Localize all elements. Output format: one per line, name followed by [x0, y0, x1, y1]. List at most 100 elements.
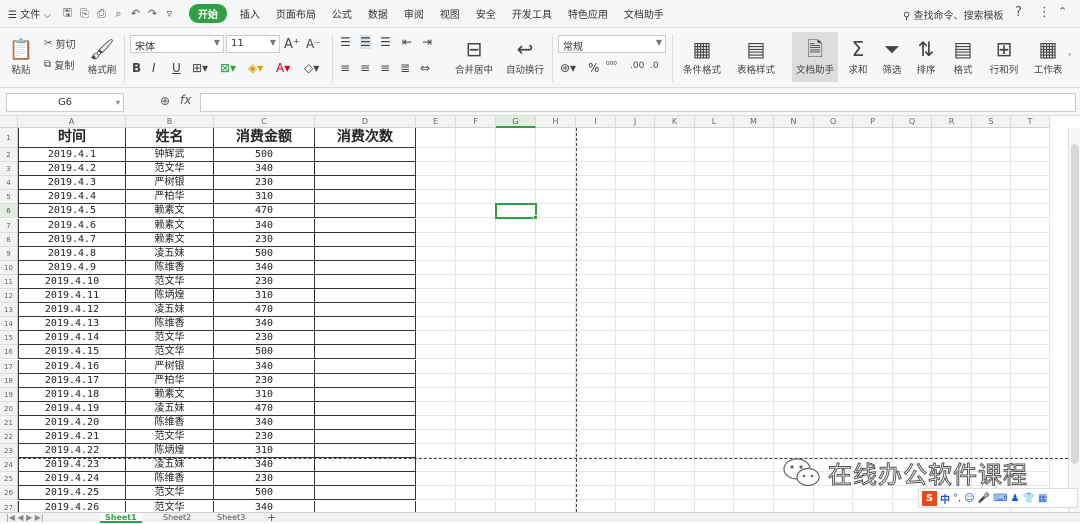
- grid-cell[interactable]: [616, 162, 655, 177]
- grid-cell[interactable]: [972, 274, 1011, 289]
- grid-cell[interactable]: [695, 373, 734, 388]
- grid-cell[interactable]: [774, 128, 814, 148]
- grid-cell[interactable]: [734, 128, 774, 148]
- table-cell[interactable]: 2019.4.10: [18, 274, 126, 289]
- row-header[interactable]: 20: [0, 401, 18, 416]
- grid-cell[interactable]: [655, 289, 695, 304]
- grid-cell[interactable]: [456, 458, 496, 473]
- sheet-nav-icon[interactable]: |◀ ◀ ▶ ▶|: [6, 513, 44, 522]
- grid-cell[interactable]: [416, 401, 456, 416]
- grid-cell[interactable]: [932, 359, 972, 374]
- table-cell[interactable]: [315, 260, 416, 275]
- name-box[interactable]: G6 ▾: [6, 93, 124, 112]
- grid-cell[interactable]: [416, 345, 456, 360]
- formula-input[interactable]: [200, 93, 1076, 112]
- merge-center-button[interactable]: ⊟ 合并居中: [450, 34, 498, 80]
- grid-cell[interactable]: [416, 148, 456, 163]
- grid-cell[interactable]: [695, 260, 734, 275]
- table-cell[interactable]: [315, 303, 416, 318]
- grid-cell[interactable]: [655, 148, 695, 163]
- align-left-icon[interactable]: ≡: [340, 61, 350, 75]
- grid-cell[interactable]: [893, 162, 932, 177]
- grid-cell[interactable]: [734, 317, 774, 332]
- grid-cell[interactable]: [734, 303, 774, 318]
- grid-cell[interactable]: [536, 162, 576, 177]
- grid-cell[interactable]: [774, 401, 814, 416]
- grid-cell[interactable]: [893, 128, 932, 148]
- row-header[interactable]: 18: [0, 373, 18, 388]
- punctuation-icon[interactable]: °,: [953, 493, 961, 504]
- grid-cell[interactable]: [416, 190, 456, 205]
- grid-cell[interactable]: [734, 331, 774, 346]
- format-button[interactable]: ▤ 格式: [946, 34, 980, 80]
- grid-cell[interactable]: [814, 148, 853, 163]
- table-cell[interactable]: [315, 401, 416, 416]
- grid-cell[interactable]: [814, 289, 853, 304]
- table-cell[interactable]: 严树银: [126, 176, 214, 191]
- column-header[interactable]: P: [853, 116, 893, 128]
- grid-cell[interactable]: [616, 345, 655, 360]
- grid-cell[interactable]: [576, 176, 616, 191]
- grid-cell[interactable]: [416, 444, 456, 459]
- save-icon[interactable]: 🖫: [59, 5, 76, 22]
- grid-cell[interactable]: [734, 472, 774, 487]
- grid-cell[interactable]: [576, 415, 616, 430]
- grid-cell[interactable]: [1011, 218, 1050, 233]
- grid-cell[interactable]: [536, 289, 576, 304]
- grid-cell[interactable]: [814, 317, 853, 332]
- grid-cell[interactable]: [972, 317, 1011, 332]
- grid-cell[interactable]: [576, 373, 616, 388]
- table-cell[interactable]: 230: [214, 472, 315, 487]
- grid-cell[interactable]: [932, 204, 972, 219]
- grid-cell[interactable]: [695, 128, 734, 148]
- grid-cell[interactable]: [416, 162, 456, 177]
- grid-cell[interactable]: [893, 317, 932, 332]
- menu-tab[interactable]: 公式: [324, 6, 360, 21]
- table-cell[interactable]: [315, 345, 416, 360]
- grid-cell[interactable]: [616, 373, 655, 388]
- grid-cell[interactable]: [814, 246, 853, 261]
- grid-cell[interactable]: [893, 345, 932, 360]
- grid-cell[interactable]: [655, 472, 695, 487]
- table-cell[interactable]: 310: [214, 289, 315, 304]
- font-color-icon[interactable]: A▾: [276, 61, 290, 75]
- grid-cell[interactable]: [695, 472, 734, 487]
- table-cell[interactable]: 2019.4.26: [18, 500, 126, 512]
- grid-cell[interactable]: [456, 289, 496, 304]
- mic-icon[interactable]: 🎤: [978, 493, 990, 504]
- grid-cell[interactable]: [536, 176, 576, 191]
- grid-cell[interactable]: [416, 260, 456, 275]
- grid-cell[interactable]: [774, 331, 814, 346]
- grid-cell[interactable]: [774, 148, 814, 163]
- grid-cell[interactable]: [932, 128, 972, 148]
- grid-cell[interactable]: [893, 260, 932, 275]
- grid-cell[interactable]: [1011, 274, 1050, 289]
- grid-cell[interactable]: [774, 162, 814, 177]
- table-cell[interactable]: 230: [214, 430, 315, 445]
- table-cell[interactable]: 2019.4.12: [18, 303, 126, 318]
- grid-cell[interactable]: [774, 190, 814, 205]
- grid-cell[interactable]: [893, 415, 932, 430]
- grid-cell[interactable]: [616, 317, 655, 332]
- table-cell[interactable]: 2019.4.20: [18, 415, 126, 430]
- grid-cell[interactable]: [416, 128, 456, 148]
- format-painter-button[interactable]: 🖌 格式刷: [86, 34, 118, 80]
- table-style-button[interactable]: ▤ 表格样式: [732, 34, 780, 80]
- grid-cell[interactable]: [734, 486, 774, 501]
- italic-icon[interactable]: I: [152, 61, 156, 75]
- grid-cell[interactable]: [1011, 190, 1050, 205]
- grid-cell[interactable]: [576, 472, 616, 487]
- table-cell[interactable]: [315, 373, 416, 388]
- column-header[interactable]: H: [536, 116, 576, 128]
- grid-cell[interactable]: [932, 387, 972, 402]
- grid-cell[interactable]: [893, 190, 932, 205]
- grid-cell[interactable]: [1011, 373, 1050, 388]
- table-cell[interactable]: 范文华: [126, 430, 214, 445]
- table-cell[interactable]: 2019.4.23: [18, 458, 126, 473]
- menu-tab[interactable]: 视图: [432, 6, 468, 21]
- table-cell[interactable]: 2019.4.4: [18, 190, 126, 205]
- table-header-cell[interactable]: 消费次数: [315, 128, 416, 148]
- grid-cell[interactable]: [734, 359, 774, 374]
- grid-cell[interactable]: [853, 387, 893, 402]
- grid-cell[interactable]: [655, 486, 695, 501]
